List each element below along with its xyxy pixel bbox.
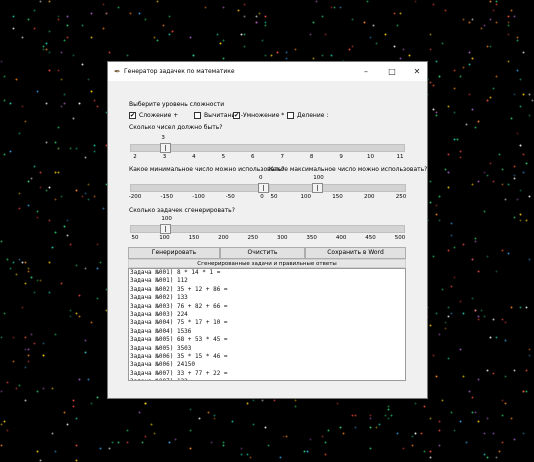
checkbox-addition-label: Сложение +	[139, 112, 179, 119]
tick-label: 50	[131, 235, 139, 241]
range-max-value: 100	[313, 175, 324, 181]
range-min-tick-labels: -200 -150 -100 -50 0	[128, 194, 267, 201]
generate-button[interactable]: Генерировать	[128, 247, 220, 259]
output-line: Задача №004) 75 * 17 + 10 =	[130, 319, 228, 327]
tick-label: 350	[306, 235, 317, 241]
tasks-trough[interactable]	[130, 224, 405, 234]
range-max-tick-labels: 50 100 150 200 250	[269, 194, 407, 201]
output-textbox[interactable]: Задача №001) 8 * 14 * 1 = Задача №001) 11…	[128, 268, 406, 381]
output-line: Задача №001) 8 * 14 * 1 =	[130, 269, 221, 276]
tick-label: 2	[133, 154, 137, 160]
tick-label: 50	[270, 194, 278, 200]
window-title: Генератор задачек по математике	[124, 68, 235, 75]
tick-label: -200	[128, 194, 142, 200]
count-label: Сколько чисел должно быть?	[129, 124, 223, 131]
tick-label: 3	[162, 154, 167, 160]
tick-label: 150	[332, 194, 343, 200]
tick-label: 9	[339, 154, 343, 160]
tick-label: 500	[394, 235, 406, 241]
tick-label: 200	[218, 235, 229, 241]
maximize-icon[interactable]: □	[381, 65, 403, 78]
count-value: 3	[161, 135, 165, 141]
tasks-tick-labels: 50 100 150 200 250 300 350 400 450 500	[130, 235, 406, 242]
save-word-button[interactable]: Сохранить в Word	[305, 247, 406, 259]
tick-label: 5	[221, 154, 226, 160]
output-line: Задача №006) 35 * 15 * 46 =	[130, 353, 228, 361]
tick-label: 450	[365, 235, 376, 241]
output-line: Задача №005) 68 + 53 * 45 =	[130, 336, 228, 344]
count-tick-labels: 2 3 4 5 6 7 8 9 10 11	[130, 154, 405, 161]
checkbox-multiplication-box[interactable]: ✔	[233, 112, 240, 119]
tick-label: 100	[159, 235, 170, 241]
app-window: ✒ Генератор задачек по математике – □ ✕ …	[107, 61, 428, 399]
output-line: Задача №006) 24150	[130, 361, 196, 369]
tick-label: 7	[280, 154, 284, 160]
tasks-label: Сколько задачек сгенерировать?	[129, 207, 235, 214]
tick-label: 11	[396, 154, 404, 160]
tick-label: 10	[367, 154, 375, 160]
range-max-thumb[interactable]	[311, 183, 323, 193]
output-line: Задача №004) 1536	[130, 327, 192, 335]
tick-label: 8	[309, 154, 314, 160]
checkbox-multiplication-label: Умножение *	[243, 112, 285, 119]
range-max-trough[interactable]	[269, 183, 406, 193]
output-line: Задача №001) 112	[130, 277, 188, 285]
tick-label: 250	[395, 194, 407, 200]
checkbox-division-label: Деление :	[297, 112, 329, 119]
output-line: Задача №003) 76 + 82 + 66 =	[130, 302, 228, 310]
minimize-icon[interactable]: –	[355, 65, 377, 78]
tick-label: 200	[364, 194, 375, 200]
output-line: Задача №007) 33 + 77 + 22 =	[130, 369, 228, 377]
tick-label: 400	[335, 235, 347, 241]
tasks-value: 100	[161, 216, 172, 222]
range-max-label: Какое максимальное число можно использов…	[269, 166, 428, 173]
tick-label: 6	[251, 154, 255, 160]
tick-label: 300	[276, 235, 288, 241]
range-min-label: Какое минимальное число можно использова…	[129, 166, 285, 173]
tick-label: -50	[225, 194, 235, 200]
feather-icon: ✒	[114, 67, 121, 76]
title-bar[interactable]: ✒ Генератор задачек по математике – □ ✕	[108, 62, 427, 81]
tasks-thumb[interactable]	[159, 224, 171, 234]
count-trough[interactable]	[130, 143, 405, 153]
range-min-thumb[interactable]	[257, 183, 269, 193]
clear-button[interactable]: Очистить	[220, 247, 305, 259]
checkbox-subtraction-box[interactable]	[194, 112, 201, 119]
checkbox-division[interactable]: Деление :	[287, 112, 328, 119]
checkbox-addition-box[interactable]: ✔	[129, 112, 136, 119]
tick-label: -150	[160, 194, 173, 200]
difficulty-label: Выберите уровень сложности	[129, 101, 225, 108]
output-line: Задача №005) 3503	[130, 344, 192, 352]
output-line: Задача №007) 132	[129, 378, 405, 380]
close-icon[interactable]: ✕	[406, 65, 428, 78]
output-line: Задача №002) 35 + 12 + 86 =	[130, 285, 228, 293]
checkbox-division-box[interactable]	[287, 112, 294, 119]
tick-label: -100	[192, 194, 205, 200]
output-header: Сгенерированные задачи и правильные отве…	[128, 259, 406, 268]
tick-label: 0	[260, 194, 264, 200]
range-min-trough[interactable]	[130, 183, 269, 193]
tick-label: 4	[192, 154, 196, 160]
output-line: Задача №003) 224	[130, 311, 188, 319]
tick-label: 250	[247, 235, 259, 241]
output-line: Задача №002) 133	[130, 294, 188, 302]
range-min-value: 0	[259, 175, 263, 181]
checkbox-multiplication[interactable]: ✔ Умножение *	[233, 112, 284, 119]
checkbox-addition[interactable]: ✔ Сложение +	[129, 112, 178, 119]
count-thumb[interactable]	[159, 143, 171, 153]
tick-label: 100	[300, 194, 312, 200]
tick-label: 150	[188, 235, 200, 241]
